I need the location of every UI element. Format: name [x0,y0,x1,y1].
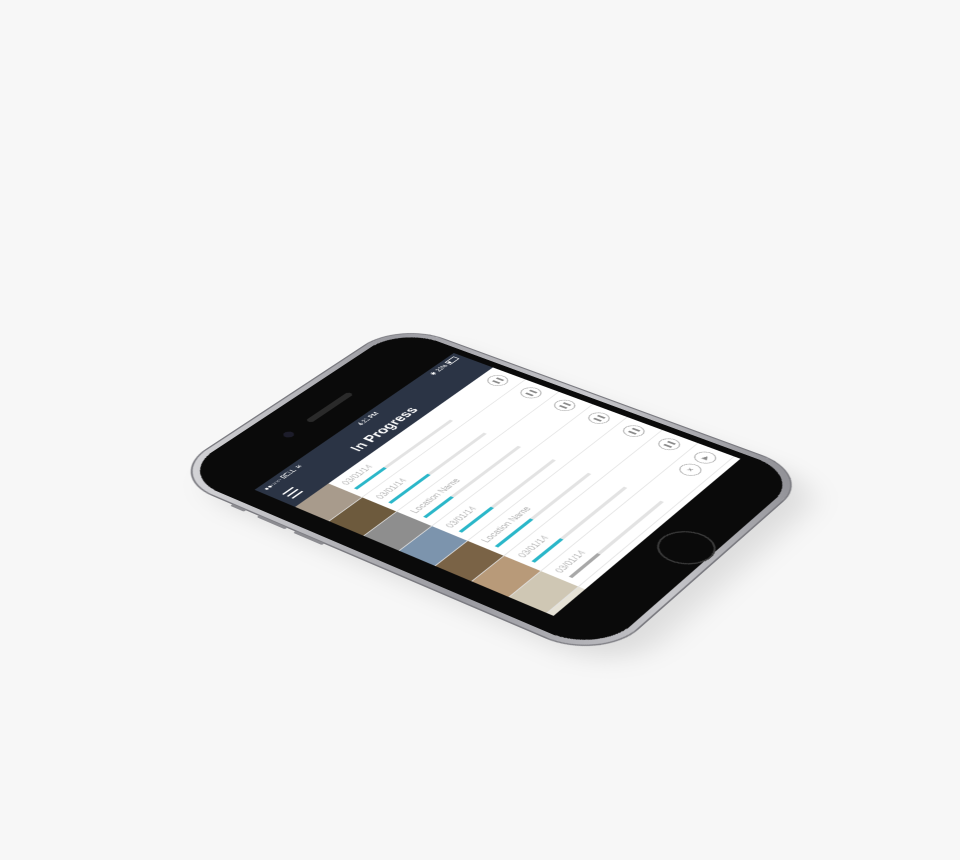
item-thumbnail [472,555,541,597]
pause-icon[interactable]: ❚❚ [618,423,649,440]
item-controls: ❚❚ [483,373,513,388]
item-controls: ❚❚ [584,410,614,426]
transfer-list: 03/01/14 ❚❚ 03/01/14 ❚❚ Location Name ❚❚ 03/01… [295,367,741,616]
item-controls: ❚❚ [516,385,546,401]
item-thumbnail [295,483,362,521]
play-icon[interactable]: ▶ [690,449,721,466]
item-controls: ❚❚ [726,462,741,480]
progress-fill [458,506,494,533]
pause-icon[interactable]: ❚❚ [516,385,546,401]
item-label: 03/01/14 [590,564,627,591]
earpiece-speaker [305,392,354,423]
cancel-icon[interactable]: ✕ [675,461,706,479]
pause-icon[interactable]: ❚❚ [726,462,741,480]
progress-fill [388,473,431,504]
progress-fill [531,538,564,563]
item-thumbnail [509,571,579,613]
progress-fill [494,518,534,548]
item-thumbnail [329,497,397,536]
item-thumbnail [547,586,617,616]
progress-track [494,472,592,548]
phone-bezel: ●●○○○ BELL ≋ 4:21 PM ✱ 22% In Progress 0… [177,327,803,654]
pause-icon[interactable]: ❚❚ [483,373,513,388]
item-controls: ❚❚ [654,436,685,453]
pause-icon[interactable]: ❚❚ [654,436,685,453]
item-label: 03/01/14 [373,477,410,501]
progress-track [531,486,628,563]
item-thumbnail [435,540,504,582]
item-thumbnail [399,526,468,566]
item-controls: ❚❚ [550,397,580,414]
progress-fill [606,566,641,594]
pause-icon[interactable]: ❚❚ [584,410,614,426]
pause-icon[interactable]: ❚❚ [550,397,580,414]
item-label: 03/01/14 [515,534,552,560]
item-label: 03/01/14 [443,505,480,530]
progress-track [568,500,664,579]
item-label: Location Name [408,477,464,515]
bluetooth-icon: ✱ [428,370,439,376]
phone-device: ●●○○○ BELL ≋ 4:21 PM ✱ 22% In Progress 0… [167,323,812,661]
progress-fill [568,553,601,579]
screen: ●●○○○ BELL ≋ 4:21 PM ✱ 22% In Progress 0… [254,353,741,616]
stage: ●●○○○ BELL ≋ 4:21 PM ✱ 22% In Progress 0… [0,0,960,860]
item-label: Location Name [479,505,534,545]
item-controls: ❚❚ [618,423,649,440]
front-camera-icon [281,430,297,439]
